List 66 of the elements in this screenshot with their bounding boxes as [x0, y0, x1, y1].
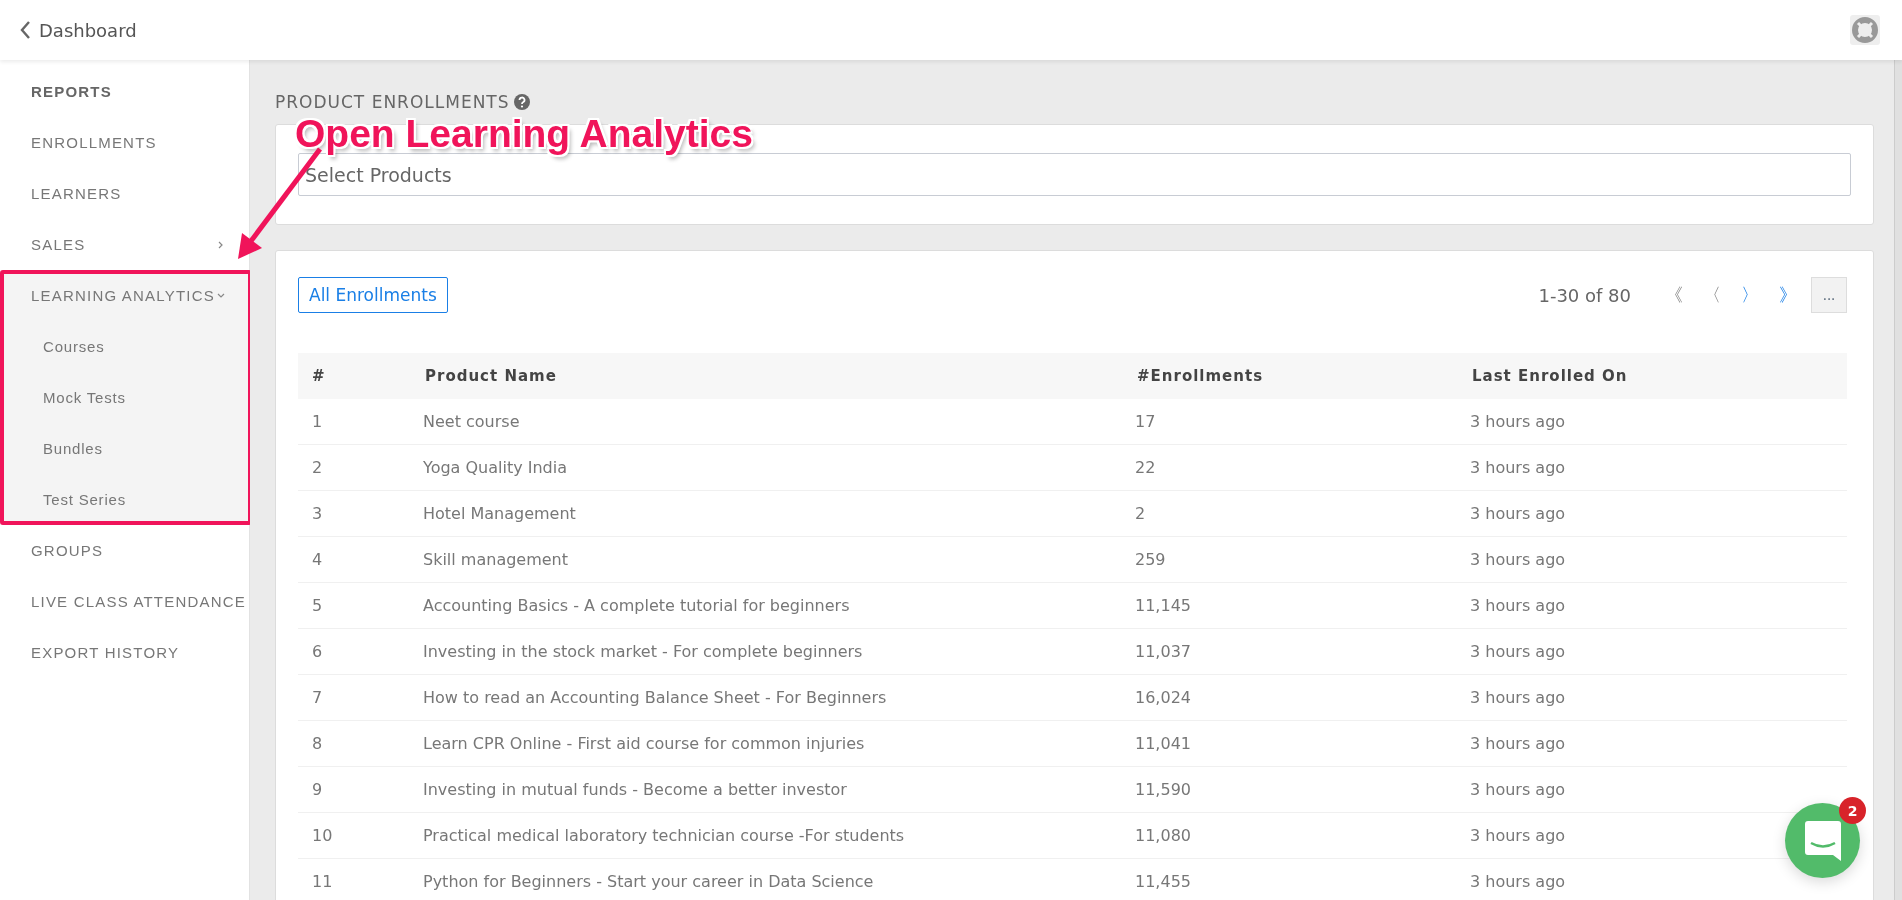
table-cell-text: 3 hours ago: [1469, 596, 1567, 615]
table-cell-text: 3 hours ago: [1469, 780, 1567, 799]
column-header: Last Enrolled On: [1471, 367, 1629, 385]
table-cell-text: 9: [311, 780, 324, 799]
sidebar-item[interactable]: LIVE CLASS ATTENDANCE: [0, 576, 249, 627]
table-cell-text: 11,145: [1134, 596, 1192, 615]
table-cell-text: 3 hours ago: [1469, 734, 1567, 753]
table-cell-text: 11,455: [1134, 872, 1192, 891]
pagination-button[interactable]: 〉: [1731, 282, 1769, 308]
column-header: #Enrollments: [1136, 367, 1265, 385]
table-cell-text: 2: [311, 458, 324, 477]
table-cell-text: How to read an Accounting Balance Sheet - For Beginners: [422, 688, 888, 707]
page-title: PRODUCT ENROLLMENTS: [275, 92, 510, 112]
sidebar-item[interactable]: EXPORT HISTORY: [0, 627, 249, 678]
table-cell-text: 11: [311, 872, 334, 891]
table-cell-text: 11,080: [1134, 826, 1192, 845]
table-cell-text: Neet course: [422, 412, 521, 431]
table-cell-text: 11,037: [1134, 642, 1192, 661]
table-cell-text: Accounting Basics - A complete tutorial for beginners: [422, 596, 851, 615]
table-cell-text: 11,590: [1134, 780, 1192, 799]
table-cell-text: Learn CPR Online - First aid course for common injuries: [422, 734, 866, 753]
pagination-button[interactable]: 》: [1769, 282, 1807, 308]
annotation-text: Open Learning Analytics: [295, 114, 753, 153]
table-cell-text: 17: [1134, 412, 1157, 431]
table-cell-text: 11,041: [1134, 734, 1192, 753]
sidebar-item[interactable]: GROUPS: [0, 525, 249, 576]
chevron-left-icon: [20, 20, 31, 40]
table-cell-text: 7: [311, 688, 324, 707]
table-cell-text: Skill management: [422, 550, 570, 569]
table-cell-text: 6: [311, 642, 324, 661]
table-cell-text: Python for Beginners - Start your career in Data Science: [422, 872, 875, 891]
table-cell-text: 2: [1134, 504, 1147, 523]
chat-bubble-icon: [1804, 820, 1841, 861]
table-cell-text: Yoga Quality India: [422, 458, 568, 477]
all-enrollments-button[interactable]: All Enrollments: [298, 277, 448, 313]
table-cell-text: Investing in the stock market - For complete beginners: [422, 642, 864, 661]
dashboard-back-link[interactable]: Dashboard: [20, 19, 137, 41]
table-cell-text: 259: [1134, 550, 1167, 569]
table-cell-text: 10: [311, 826, 334, 845]
table-cell-text: Investing in mutual funds - Become a better investor: [422, 780, 848, 799]
table-cell-text: 3 hours ago: [1469, 504, 1567, 523]
table-cell-text: 16,024: [1134, 688, 1192, 707]
table-cell-text: 8: [311, 734, 324, 753]
page-range: 1-30 of 80: [1538, 284, 1631, 306]
table-cell-text: 22: [1134, 458, 1157, 477]
table-cell-text: 3 hours ago: [1469, 458, 1567, 477]
table-cell-text: 3 hours ago: [1469, 872, 1567, 891]
table-cell-text: 3 hours ago: [1469, 826, 1567, 845]
sidebar-item[interactable]: ENROLLMENTS: [0, 117, 249, 168]
table-cell-text: 3 hours ago: [1469, 412, 1567, 431]
table-cell-text: 3 hours ago: [1469, 550, 1567, 569]
table-cell-text: Practical medical laboratory technician course -For students: [422, 826, 906, 845]
sidebar-item[interactable]: REPORTS: [0, 66, 249, 117]
sidebar-item[interactable]: SALES: [0, 219, 249, 270]
table-cell-text: 5: [311, 596, 324, 615]
table-cell-text: 4: [311, 550, 324, 569]
table-cell-text: 3 hours ago: [1469, 642, 1567, 661]
table-cell-text: 3: [311, 504, 324, 523]
more-button[interactable]: ...: [1811, 277, 1847, 313]
help-icon[interactable]: [512, 93, 531, 111]
table-cell-text: Hotel Management: [422, 504, 577, 523]
column-header: Product Name: [424, 367, 558, 385]
sidebar-item[interactable]: LEARNERS: [0, 168, 249, 219]
table-cell-text: 3 hours ago: [1469, 688, 1567, 707]
table-cell-text: 1: [311, 412, 324, 431]
column-header: #: [311, 367, 327, 385]
